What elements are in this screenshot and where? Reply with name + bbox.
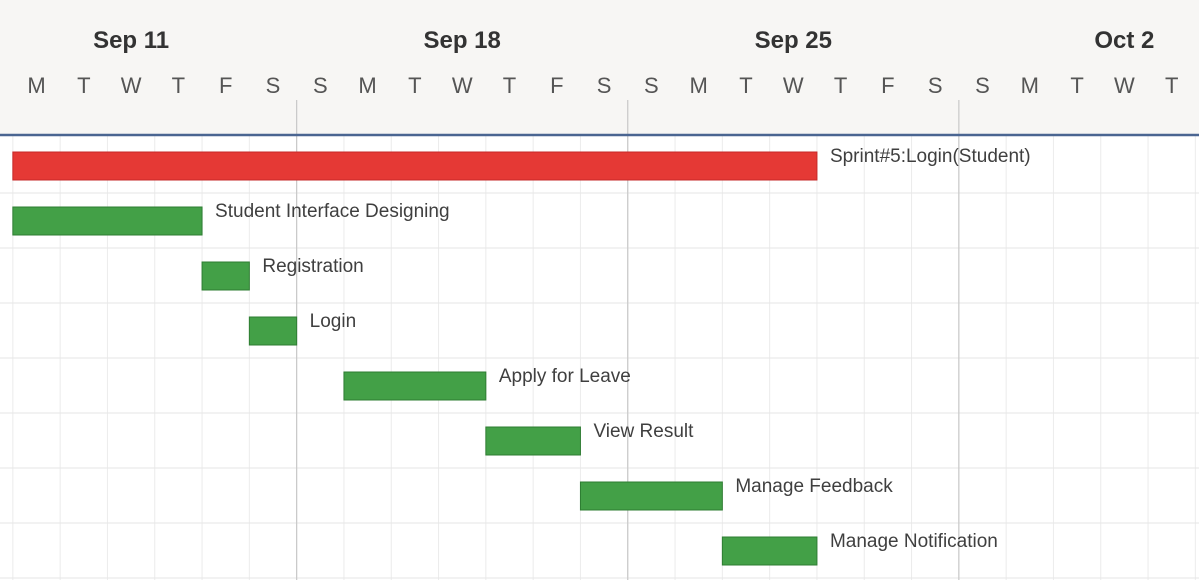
gantt-chart: Sep 11 Sep 18 Sep 25 Oct 2 M T W T F S S M T W T F S S M T W… [0,0,1199,580]
task-bar [12,206,203,236]
day-header: W [1114,73,1135,98]
day-header: W [452,73,473,98]
day-header: S [597,73,612,98]
day-header: S [928,73,943,98]
day-header: F [881,73,894,98]
task-bar [721,536,818,566]
day-header: M [358,73,376,98]
day-header: F [550,73,563,98]
day-header: M [27,73,45,98]
day-header: T [1165,73,1178,98]
day-header: F [219,73,232,98]
task-label: Apply for Leave [499,366,631,387]
day-header: T [172,73,185,98]
day-header: W [121,73,142,98]
task-label: Login [310,311,357,332]
week-header: Sep 25 [755,27,832,54]
task-label: View Result [593,421,694,442]
day-header: S [644,73,659,98]
task-label: Student Interface Designing [215,201,449,222]
gantt-svg: Sep 11 Sep 18 Sep 25 Oct 2 M T W T F S S M T W T F S S M T W… [0,0,1199,580]
day-header: M [1021,73,1039,98]
task-bar [343,371,487,401]
task-label: Manage Feedback [735,476,893,497]
day-header: T [1070,73,1083,98]
header-background [0,0,1199,135]
week-header: Sep 11 [93,27,169,54]
day-header: T [77,73,90,98]
day-header: S [313,73,328,98]
day-header: S [266,73,281,98]
day-header: T [739,73,752,98]
sprint-label: Sprint#5:Login(Student) [830,146,1031,167]
week-header: Oct 2 [1094,27,1154,54]
week-header: Sep 18 [424,27,501,54]
task-bar [579,481,723,511]
day-header: S [975,73,990,98]
day-header: T [834,73,847,98]
day-header: M [690,73,708,98]
day-header: T [503,73,516,98]
task-bar [248,316,298,346]
task-bar [201,261,250,291]
day-header: T [408,73,421,98]
day-header: W [783,73,804,98]
sprint-bar [12,151,818,181]
task-label: Manage Notification [830,531,998,552]
task-bar [485,426,581,456]
task-label: Registration [262,256,363,277]
